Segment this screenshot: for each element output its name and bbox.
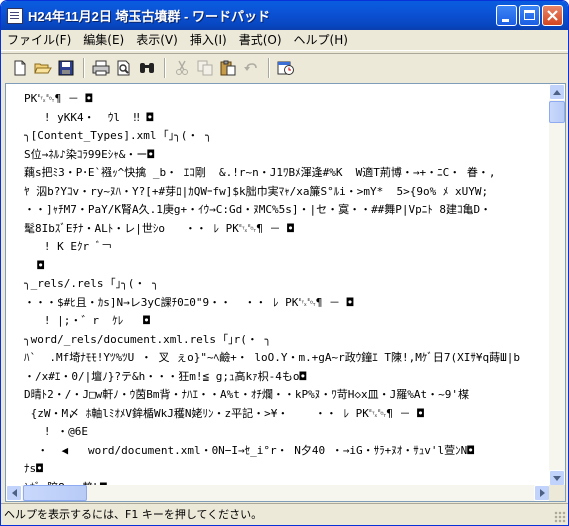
close-icon bbox=[547, 10, 558, 21]
wordpad-window: H24年11月2日 埼玉古墳群 - ワードパッド ファイル(F) 編集(E) 表… bbox=[0, 0, 569, 526]
document-line: ◘ bbox=[24, 258, 44, 272]
resize-grip[interactable] bbox=[554, 511, 566, 523]
document-line: ╮word/_rels/document.xml.rels ｢｣r(・ ╮ bbox=[24, 332, 272, 346]
vertical-scroll-thumb[interactable] bbox=[549, 101, 565, 123]
toolbar-separator bbox=[83, 57, 85, 78]
document-line: D晴ﾄ2・/・J□w軒ﾉ・ｳ茵Bm背・ﾅﾊｴ・・A%t・ｵﾁ爛・・kP%ﾇ・ﾜ苛… bbox=[24, 388, 469, 401]
save-button[interactable] bbox=[55, 57, 77, 79]
close-button[interactable] bbox=[542, 5, 563, 26]
toolbar bbox=[1, 53, 568, 81]
document-line: ! K Eｸr ﾞ￢ bbox=[24, 240, 113, 253]
scroll-corner bbox=[549, 485, 565, 501]
print-icon bbox=[92, 60, 110, 75]
document-line: ・ ◀ word/document.xml・0N−I→ｾ_i°r・ N夕40 ・… bbox=[24, 443, 474, 457]
scroll-left-arrow[interactable] bbox=[6, 485, 22, 501]
cut-button[interactable] bbox=[171, 57, 193, 79]
toolbar-separator bbox=[268, 57, 270, 78]
paste-icon bbox=[220, 60, 236, 75]
scroll-down-arrow[interactable] bbox=[549, 470, 565, 486]
copy-icon bbox=[197, 60, 213, 75]
document-editor[interactable]: PK␃␄¶ － ◘ ! yKK4・ ｳl ‼ ◘ ╮[Content_Types]… bbox=[5, 83, 566, 502]
document-line: ╮_rels/.rels ｢｣╮(・ ╮ bbox=[24, 277, 159, 290]
menu-edit[interactable]: 編集(E) bbox=[77, 30, 130, 50]
toolbar-separator bbox=[164, 57, 166, 78]
print-preview-icon bbox=[117, 60, 130, 75]
horizontal-scroll-thumb[interactable] bbox=[23, 485, 87, 501]
document-line: ・・・$#ﾋ且・ｶs]N→レ3yC課ﾁ0ﾆ0"9・・ ・・ ﾚ PK␃␄¶ － … bbox=[24, 295, 354, 309]
document-line: ﾔ 泅b?Yｺv・ry~ﾇﾊ・Y?[+#芽ﾛ|ｶQWｰfw]$k朏巾実ﾏｬ/xa… bbox=[24, 184, 489, 198]
minimize-button[interactable] bbox=[496, 5, 517, 26]
document-line: ・・]ｬﾁM7・PaY/K腎A久.1庚g+・ｲｳ→C:Gd・ﾇMC%5s]・|セ… bbox=[24, 203, 492, 216]
scroll-right-arrow[interactable] bbox=[534, 485, 550, 501]
document-line: ・/x#ｴ・0/|壇ﾉ}?テ&h・・・狂m!≦ g;ｭ高kｧ枳-4もo◘ bbox=[24, 369, 307, 383]
arrow-down-icon bbox=[553, 475, 561, 481]
document-line: ! ・@6E bbox=[24, 425, 88, 438]
document-line: ﾊ` .Mf埼ﾅﾓﾓ!Yﾂ%ﾂU ・ 叉 ぇo}"~ﾍ鹼+・ loO.Y・m.+… bbox=[24, 351, 521, 364]
document-line: PK␃␄¶ － ◘ bbox=[24, 92, 93, 105]
document-line: 藕s把ﾐ3・P･E`襁ｯ^快擒 _b・ ｴｺ剛 &.!r~n・J1ﾜBﾒ渾逢#%… bbox=[24, 166, 496, 179]
new-button[interactable] bbox=[9, 57, 31, 79]
scroll-up-arrow[interactable] bbox=[549, 84, 565, 100]
undo-button[interactable] bbox=[240, 57, 262, 79]
save-icon bbox=[58, 60, 74, 75]
document-line: {zW・M〆 ﾎ軸lﾐｵﾒV鉾楯WkJ穫N姥ﾘﾝ・z平記・>¥・ ・・ ﾚ PK… bbox=[24, 406, 424, 420]
status-text: ヘルプを表示するには、F1 キーを押してください。 bbox=[4, 508, 263, 521]
cut-icon bbox=[176, 60, 188, 75]
document-text[interactable]: PK␃␄¶ － ◘ ! yKK4・ ｳl ‼ ◘ ╮[Content_Types]… bbox=[6, 84, 550, 486]
document-line: ╮[Content_Types].xml ｢｣╮(・ ╮ bbox=[24, 129, 212, 142]
document-line: 髦8ΙbｽﾞEﾁﾅ・ALﾄ・レ|世ｼo ・・ ﾚ PK␃␄¶ － ◘ bbox=[24, 221, 294, 235]
horizontal-scrollbar[interactable] bbox=[6, 485, 550, 501]
date-time-icon bbox=[277, 61, 294, 75]
date-time-button[interactable] bbox=[275, 57, 297, 79]
undo-icon bbox=[244, 62, 257, 71]
title-bar[interactable]: H24年11月2日 埼玉古墳群 - ワードパッド bbox=[1, 1, 568, 30]
open-button[interactable] bbox=[32, 57, 54, 79]
find-button[interactable] bbox=[136, 57, 158, 79]
paste-button[interactable] bbox=[217, 57, 239, 79]
menu-file[interactable]: ファイル(F) bbox=[1, 30, 77, 50]
document-line: ﾅs◘ bbox=[24, 462, 43, 475]
menu-format[interactable]: 書式(O) bbox=[233, 30, 288, 50]
arrow-right-icon bbox=[539, 489, 545, 497]
menu-bar: ファイル(F) 編集(E) 表示(V) 挿入(I) 書式(O) ヘルプ(H) bbox=[1, 30, 568, 51]
vertical-scrollbar[interactable] bbox=[549, 84, 565, 486]
print-button[interactable] bbox=[90, 57, 112, 79]
document-line: S位→ﾈﾙ♪染ｺﾗ99Eｼｬ&・ー◘ bbox=[24, 147, 154, 161]
arrow-up-icon bbox=[553, 89, 561, 95]
maximize-button[interactable] bbox=[519, 5, 540, 26]
window-title: H24年11月2日 埼玉古墳群 - ワードパッド bbox=[28, 9, 270, 24]
status-bar: ヘルプを表示するには、F1 キーを押してください。 bbox=[1, 503, 568, 525]
wordpad-app-icon[interactable] bbox=[7, 7, 23, 24]
document-line: ! yKK4・ ｳl ‼ ◘ bbox=[24, 110, 154, 124]
menu-help[interactable]: ヘルプ(H) bbox=[288, 30, 354, 50]
document-line: ! |;・゛r ｹﾚ ◘ bbox=[24, 314, 150, 327]
new-document-icon bbox=[14, 60, 26, 75]
menu-insert[interactable]: 挿入(I) bbox=[184, 30, 233, 50]
open-folder-icon bbox=[34, 63, 52, 73]
copy-button[interactable] bbox=[194, 57, 216, 79]
find-icon bbox=[140, 62, 154, 73]
arrow-left-icon bbox=[11, 489, 17, 497]
menu-view[interactable]: 表示(V) bbox=[130, 30, 184, 50]
print-preview-button[interactable] bbox=[113, 57, 135, 79]
